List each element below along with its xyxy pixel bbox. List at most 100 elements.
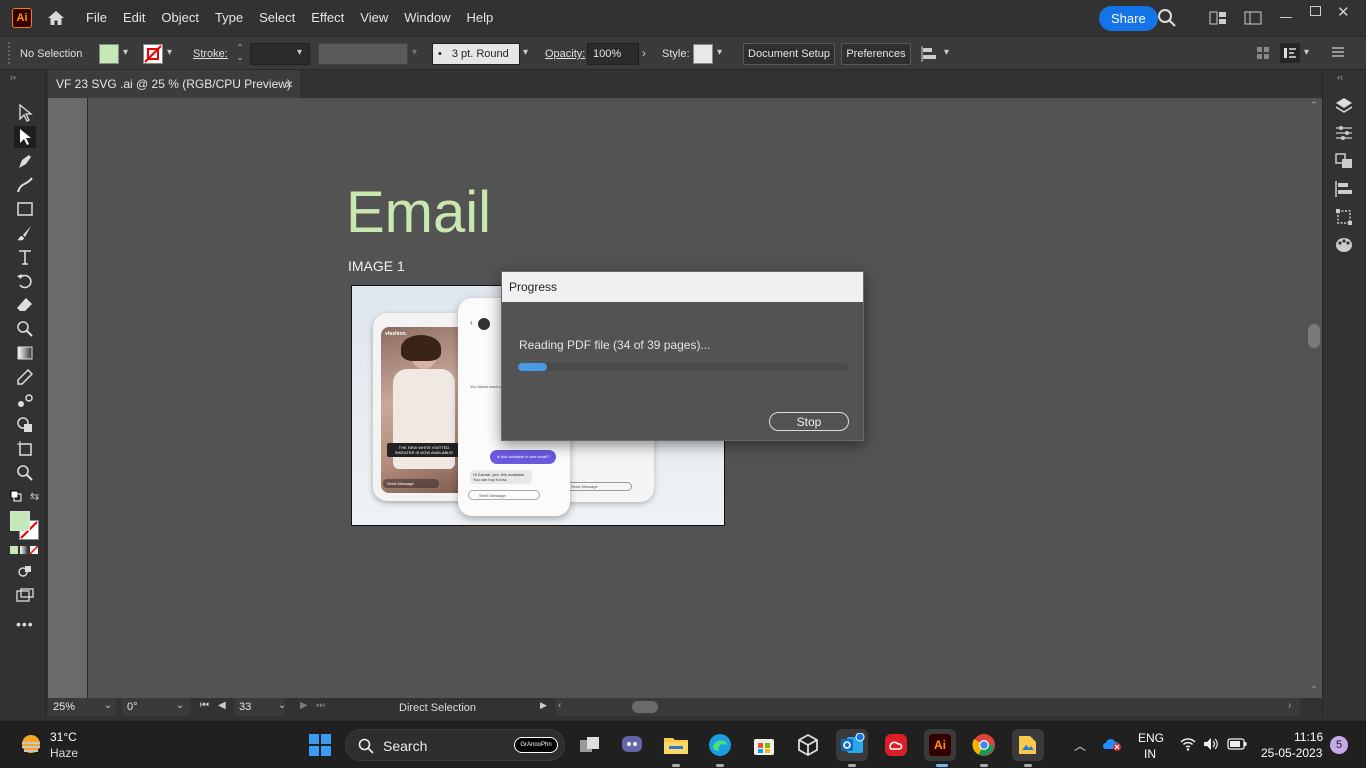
onedrive-icon[interactable]	[1102, 737, 1122, 751]
pen-tool-icon[interactable]	[14, 150, 36, 172]
default-colors-icon[interactable]	[10, 490, 22, 502]
none-icon[interactable]	[30, 546, 38, 554]
menu-object[interactable]: Object	[153, 0, 207, 36]
outlook-icon[interactable]	[836, 729, 868, 761]
rotate-tool-icon[interactable]	[14, 270, 36, 292]
menu-file[interactable]: File	[78, 0, 115, 36]
artboard-tool-icon[interactable]	[14, 438, 36, 460]
status-menu-icon[interactable]: ▶	[540, 700, 547, 711]
edge-browser-icon[interactable]	[704, 729, 736, 761]
scroll-up-icon[interactable]: ⌃	[1310, 100, 1318, 111]
opacity-input[interactable]: 100%	[587, 43, 639, 65]
chevron-down-icon[interactable]: ⌄	[104, 700, 112, 711]
draw-mode-icon[interactable]	[14, 560, 36, 582]
gradient-icon[interactable]	[20, 546, 28, 554]
previous-artboard-icon[interactable]: ◀	[218, 700, 226, 711]
chevron-down-icon[interactable]: ▾	[523, 47, 528, 58]
chevron-right-icon[interactable]: ›	[642, 46, 646, 60]
close-tab-icon[interactable]: ×	[285, 76, 293, 92]
direct-selection-tool-icon[interactable]	[14, 126, 36, 148]
curvature-tool-icon[interactable]	[14, 174, 36, 196]
align-panel-icon[interactable]	[1334, 180, 1354, 198]
properties-icon[interactable]	[1334, 124, 1354, 142]
task-view-icon[interactable]	[574, 729, 606, 761]
weather-icon[interactable]	[18, 731, 44, 757]
selection-tool-icon[interactable]	[14, 102, 36, 124]
panel-menu-icon[interactable]	[1332, 47, 1344, 57]
clock-time[interactable]: 11:16	[1294, 730, 1323, 744]
language-bottom[interactable]: IN	[1144, 747, 1156, 761]
first-artboard-icon[interactable]: ⏮	[200, 700, 209, 711]
arrange-documents-icon[interactable]	[1209, 11, 1227, 25]
menu-effect[interactable]: Effect	[303, 0, 352, 36]
file-manager-icon[interactable]	[1012, 729, 1044, 761]
style-swatch[interactable]	[693, 44, 713, 64]
more-tools-icon[interactable]: •••	[16, 616, 34, 632]
clock-date[interactable]: 25-05-2023	[1261, 746, 1322, 760]
document-tab[interactable]: VF 23 SVG .ai @ 25 % (RGB/CPU Preview) ×	[48, 70, 300, 98]
swap-colors-icon[interactable]: ⇆	[30, 490, 39, 503]
eyedropper-tool-icon[interactable]	[14, 366, 36, 388]
color-guide-icon[interactable]	[1334, 236, 1354, 254]
horizontal-scroll-thumb[interactable]	[632, 701, 658, 713]
stop-button[interactable]: Stop	[769, 412, 849, 431]
battery-icon[interactable]	[1227, 738, 1247, 750]
chevron-down-icon[interactable]: ▾	[717, 47, 722, 58]
preferences-button[interactable]: Preferences	[841, 43, 911, 65]
chevron-down-icon[interactable]: ▾	[944, 47, 949, 58]
file-explorer-icon[interactable]	[660, 729, 692, 761]
chevron-down-icon[interactable]: ▾	[167, 47, 172, 58]
cube-app-icon[interactable]	[792, 729, 824, 761]
type-tool-icon[interactable]	[14, 246, 36, 268]
rectangle-tool-icon[interactable]	[14, 198, 36, 220]
scroll-left-icon[interactable]: ‹	[558, 700, 561, 711]
variable-width-profile[interactable]	[318, 43, 408, 65]
notification-badge[interactable]: 5	[1330, 736, 1348, 754]
shape-builder-tool-icon[interactable]	[14, 414, 36, 436]
stroke-label[interactable]: Stroke:	[193, 48, 228, 60]
teams-chat-icon[interactable]	[616, 729, 648, 761]
collapse-panel-icon[interactable]: ‹‹	[1337, 72, 1343, 82]
fill-color-swatch[interactable]	[10, 511, 30, 531]
scroll-right-icon[interactable]: ›	[1288, 700, 1291, 711]
creative-cloud-icon[interactable]	[880, 729, 912, 761]
transform-icon[interactable]	[1334, 208, 1354, 226]
wifi-icon[interactable]	[1180, 737, 1196, 751]
horizontal-scrollbar[interactable]: ‹ ›	[556, 698, 1300, 716]
workspace-icon[interactable]	[1244, 11, 1262, 25]
screen-mode-icon[interactable]	[14, 584, 36, 606]
chevron-down-icon[interactable]: ⌄	[176, 700, 184, 711]
brush-definition[interactable]: • 3 pt. Round	[432, 43, 520, 65]
scroll-down-icon[interactable]: ⌄	[1310, 680, 1318, 691]
search-icon[interactable]	[1157, 8, 1177, 28]
paintbrush-tool-icon[interactable]	[14, 222, 36, 244]
eraser-tool-icon[interactable]	[14, 294, 36, 316]
menu-select[interactable]: Select	[251, 0, 303, 36]
vertical-scroll-thumb[interactable]	[1308, 324, 1320, 348]
gradient-tool-icon[interactable]	[14, 342, 36, 364]
maximize-icon[interactable]	[1310, 6, 1321, 16]
language-top[interactable]: ENG	[1138, 731, 1164, 745]
volume-icon[interactable]	[1203, 737, 1219, 751]
close-window-icon[interactable]: ✕	[1337, 3, 1350, 21]
layers-icon[interactable]	[1334, 96, 1354, 116]
blend-tool-icon[interactable]	[14, 390, 36, 412]
windows-start-icon[interactable]	[304, 729, 336, 761]
chevron-down-icon[interactable]: ⌄	[278, 700, 286, 711]
zoom-tool-icon[interactable]	[14, 462, 36, 484]
chevron-down-icon[interactable]: ▾	[123, 47, 128, 58]
color-icon[interactable]	[10, 546, 18, 554]
minimize-icon[interactable]	[1280, 17, 1292, 18]
microsoft-store-icon[interactable]	[748, 729, 780, 761]
stroke-swatch[interactable]	[143, 44, 163, 64]
home-icon[interactable]	[42, 0, 70, 36]
collapse-panel-icon[interactable]: ››	[10, 72, 16, 82]
menu-type[interactable]: Type	[207, 0, 251, 36]
chevron-down-icon[interactable]: ▾	[1304, 47, 1309, 58]
grid-view-icon[interactable]	[1256, 46, 1270, 60]
menu-help[interactable]: Help	[458, 0, 501, 36]
stroke-stepper[interactable]: ⌃ ⌄	[234, 43, 246, 65]
document-setup-button[interactable]: Document Setup	[743, 43, 835, 65]
puppet-warp-tool-icon[interactable]	[14, 318, 36, 340]
taskbar-search-box[interactable]: Search GrAnooPhn	[345, 729, 565, 761]
